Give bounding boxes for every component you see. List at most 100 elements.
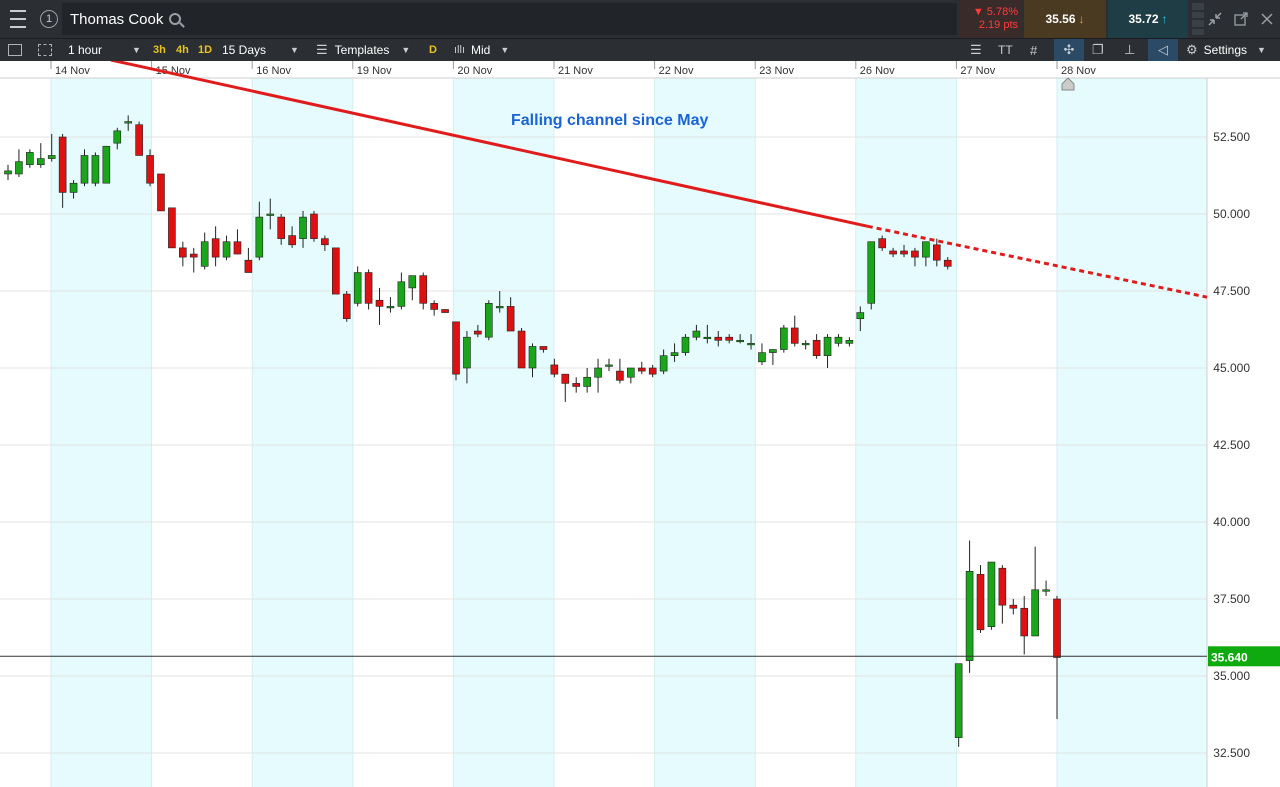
- info-circle-icon[interactable]: 1: [38, 0, 60, 38]
- candle-body: [299, 216, 307, 239]
- candle-body: [703, 336, 712, 340]
- interval-value: 1 hour: [68, 43, 103, 57]
- info-circle-label: 1: [40, 10, 58, 28]
- change-percent: ▼ 5.78%: [972, 6, 1018, 18]
- chevron-down-icon: ▼: [401, 45, 411, 55]
- templates-label: Templates: [334, 43, 390, 57]
- candlestick-chart[interactable]: 14 Nov 15 Nov 16 Nov 19 Nov 20 Nov 21 Nov 22 N…: [0, 61, 1280, 787]
- price-tick-label: 45.000: [1213, 361, 1250, 375]
- instrument-search[interactable]: Thomas Cook: [62, 3, 957, 35]
- gear-icon: ⚙: [1186, 42, 1198, 57]
- sell-price: 35.56: [1045, 12, 1076, 26]
- candle-body: [69, 182, 78, 193]
- time-tick-label: 27 Nov: [960, 65, 995, 77]
- candle-body: [780, 327, 788, 350]
- candle-body: [1020, 607, 1029, 637]
- templates-select[interactable]: ☰ Templates ▼: [316, 39, 410, 61]
- time-tick-label: 21 Nov: [558, 65, 593, 77]
- quick-1d-button[interactable]: 1D: [198, 39, 212, 61]
- candle-body: [506, 306, 515, 332]
- sell-button[interactable]: 35.56 ↓: [1024, 0, 1106, 38]
- candle-body: [200, 241, 209, 267]
- list-icon[interactable]: [8, 39, 22, 61]
- candle-body: [474, 330, 482, 335]
- candle-body: [900, 250, 908, 255]
- candle-body: [954, 663, 963, 738]
- candle-body: [933, 244, 941, 261]
- candle-body: [987, 561, 996, 628]
- candle-body: [856, 312, 865, 320]
- text-tool-icon[interactable]: TT: [998, 39, 1013, 61]
- day-band: [453, 78, 554, 787]
- clone-icon[interactable]: ❐: [1092, 39, 1104, 61]
- quick-4h-button[interactable]: 4h: [176, 39, 189, 61]
- candle-body: [189, 253, 198, 258]
- time-tick-label: 23 Nov: [759, 65, 794, 77]
- chevron-down-icon: ▼: [500, 45, 510, 55]
- day-band: [252, 78, 353, 787]
- candle-body: [463, 336, 471, 369]
- order-list-icon[interactable]: ☰: [970, 39, 982, 61]
- interval-select[interactable]: 1 hour ▼: [68, 39, 146, 61]
- candle-body: [15, 161, 23, 175]
- candle-body: [736, 339, 744, 343]
- quick-3h-button[interactable]: 3h: [153, 39, 166, 61]
- grid-icon[interactable]: #: [1030, 39, 1037, 61]
- candle-body: [922, 241, 930, 258]
- candle-body: [769, 349, 777, 353]
- candle-body: [342, 293, 351, 320]
- price-tick-label: 47.500: [1213, 284, 1250, 298]
- candle-body: [539, 346, 548, 350]
- day-band: [1057, 78, 1207, 787]
- indicator-icon[interactable]: ⊥: [1124, 39, 1135, 61]
- candle-body: [572, 383, 581, 387]
- layout-icon[interactable]: [38, 39, 52, 61]
- candle-body: [1053, 598, 1061, 658]
- candle-body: [834, 336, 843, 344]
- candle-body: [943, 259, 952, 267]
- candle-body: [747, 343, 755, 346]
- collapse-icon[interactable]: [1204, 0, 1226, 38]
- d-button[interactable]: D: [429, 39, 437, 61]
- time-tick-label: 26 Nov: [860, 65, 895, 77]
- candle-body: [911, 250, 919, 258]
- price-type-select[interactable]: ıllı Mid ▼: [454, 39, 509, 61]
- chart-annotation[interactable]: Falling channel since May: [511, 112, 708, 130]
- candle-body: [1031, 589, 1039, 637]
- range-select[interactable]: 15 Days ▼: [222, 39, 304, 61]
- candle-body: [222, 241, 231, 258]
- up-arrow-icon: ↑: [1161, 12, 1168, 26]
- tag-tool-icon[interactable]: ◁: [1148, 39, 1178, 61]
- menu-icon[interactable]: [0, 0, 36, 38]
- candle-body: [58, 136, 67, 193]
- price-chart[interactable]: 14 Nov 15 Nov 16 Nov 19 Nov 20 Nov 21 Nov 22 N…: [0, 61, 1280, 787]
- candle-body: [550, 364, 559, 375]
- candle-body: [80, 155, 89, 184]
- candle-body: [233, 241, 242, 255]
- candle-body: [878, 238, 886, 249]
- close-icon[interactable]: [1256, 0, 1278, 38]
- candle-body: [386, 306, 395, 309]
- crosshair-tool-icon[interactable]: ✣: [1054, 39, 1084, 61]
- candle-body: [419, 275, 428, 304]
- candle-body: [725, 336, 733, 341]
- candle-body: [681, 336, 690, 353]
- candle-body: [517, 330, 526, 369]
- top-bar: 1 Thomas Cook ▼ 5.78% 2.19 pts 35.56 ↓ 3…: [0, 0, 1280, 38]
- candle-body: [670, 352, 679, 356]
- candle-body: [179, 247, 187, 258]
- candle-body: [397, 281, 406, 307]
- popout-icon[interactable]: [1230, 0, 1252, 38]
- buy-button[interactable]: 35.72 ↑: [1108, 0, 1188, 38]
- search-icon[interactable]: [169, 13, 182, 25]
- chart-toolbar: 1 hour ▼ 3h 4h 1D 15 Days ▼ ☰ Templates ▼ D…: [0, 38, 1280, 61]
- candle-body: [823, 336, 832, 356]
- depth-indicator: [1192, 3, 1204, 35]
- price-type-value: Mid: [471, 43, 491, 57]
- candle-body: [124, 121, 132, 124]
- candle-body: [364, 272, 373, 304]
- settings-button[interactable]: ⚙ Settings ▼: [1186, 39, 1266, 61]
- candle-body: [605, 364, 613, 367]
- current-price-label: 35.640: [1211, 650, 1248, 664]
- candle-body: [637, 367, 646, 372]
